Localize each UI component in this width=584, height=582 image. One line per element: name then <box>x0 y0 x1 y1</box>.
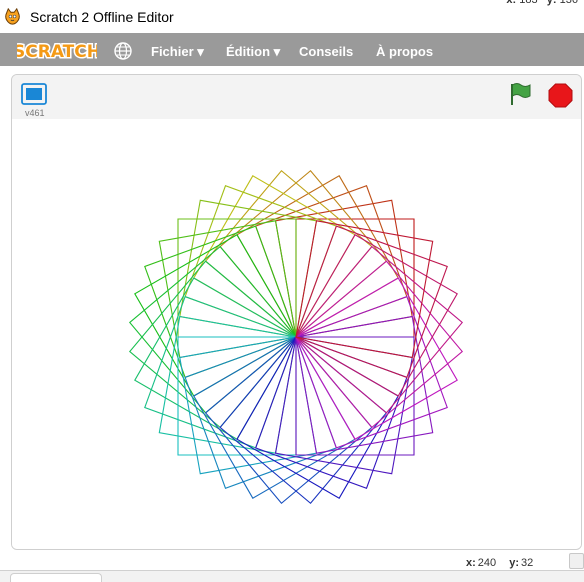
pen-square <box>134 234 297 397</box>
x-label: x: <box>466 557 476 569</box>
pen-square <box>236 336 399 499</box>
globe-icon[interactable] <box>113 41 133 61</box>
pen-square <box>295 277 458 440</box>
pen-square <box>144 295 297 449</box>
scratch-logo-text: SCRATCH <box>17 42 97 62</box>
top-x-value: 183 <box>519 0 538 6</box>
top-mouse-coordinates: x: 183 y: 136 <box>506 0 578 6</box>
pen-square <box>128 260 297 429</box>
menu-fichier[interactable]: Fichier ▾ <box>151 44 204 60</box>
pen-square <box>295 260 464 429</box>
pen-square <box>134 277 297 440</box>
stop-icon[interactable] <box>548 83 573 108</box>
menu-a-propos[interactable]: À propos <box>376 44 433 59</box>
pen-square <box>193 175 356 338</box>
pen-square <box>193 336 356 499</box>
pen-square <box>295 225 448 379</box>
x-value: 240 <box>477 557 497 569</box>
stage-header: v461 <box>12 75 581 120</box>
top-x-label: x: <box>506 0 517 6</box>
pen-square <box>295 295 448 449</box>
pen-square <box>236 175 399 338</box>
pen-square <box>184 336 338 489</box>
window-title: Scratch 2 Offline Editor <box>30 9 174 25</box>
presentation-mode-icon[interactable] <box>21 83 47 105</box>
menu-conseils[interactable]: Conseils <box>299 44 353 59</box>
y-label: y: <box>509 557 519 569</box>
pen-square <box>144 225 297 379</box>
pen-square <box>204 169 373 338</box>
pen-square <box>128 245 297 414</box>
y-value: 32 <box>520 557 534 569</box>
scratch-cat-icon <box>5 8 20 25</box>
stage-panel: v461 <box>11 74 582 550</box>
scratch-logo[interactable]: SCRATCH <box>17 39 97 63</box>
pen-square <box>254 185 408 338</box>
top-y-label: y: <box>546 0 557 6</box>
mouse-coordinates: x: 240 y: 32 <box>466 557 543 569</box>
scroll-left-icon[interactable] <box>569 553 584 569</box>
stage-canvas[interactable] <box>12 119 581 549</box>
menu-edition[interactable]: Édition ▾ <box>226 44 280 60</box>
pen-square <box>219 169 388 338</box>
pen-square <box>295 234 458 397</box>
pen-square <box>219 336 388 505</box>
sprite-tools <box>470 571 580 581</box>
pen-square <box>254 336 408 489</box>
green-flag-icon[interactable] <box>508 81 534 107</box>
top-y-value: 136 <box>559 0 578 6</box>
pen-square <box>204 336 373 505</box>
pen-square <box>184 185 338 338</box>
version-label: v461 <box>25 108 45 118</box>
title-bar: Scratch 2 Offline Editor x: 183 y: 136 <box>0 0 584 32</box>
pen-square <box>295 245 464 414</box>
